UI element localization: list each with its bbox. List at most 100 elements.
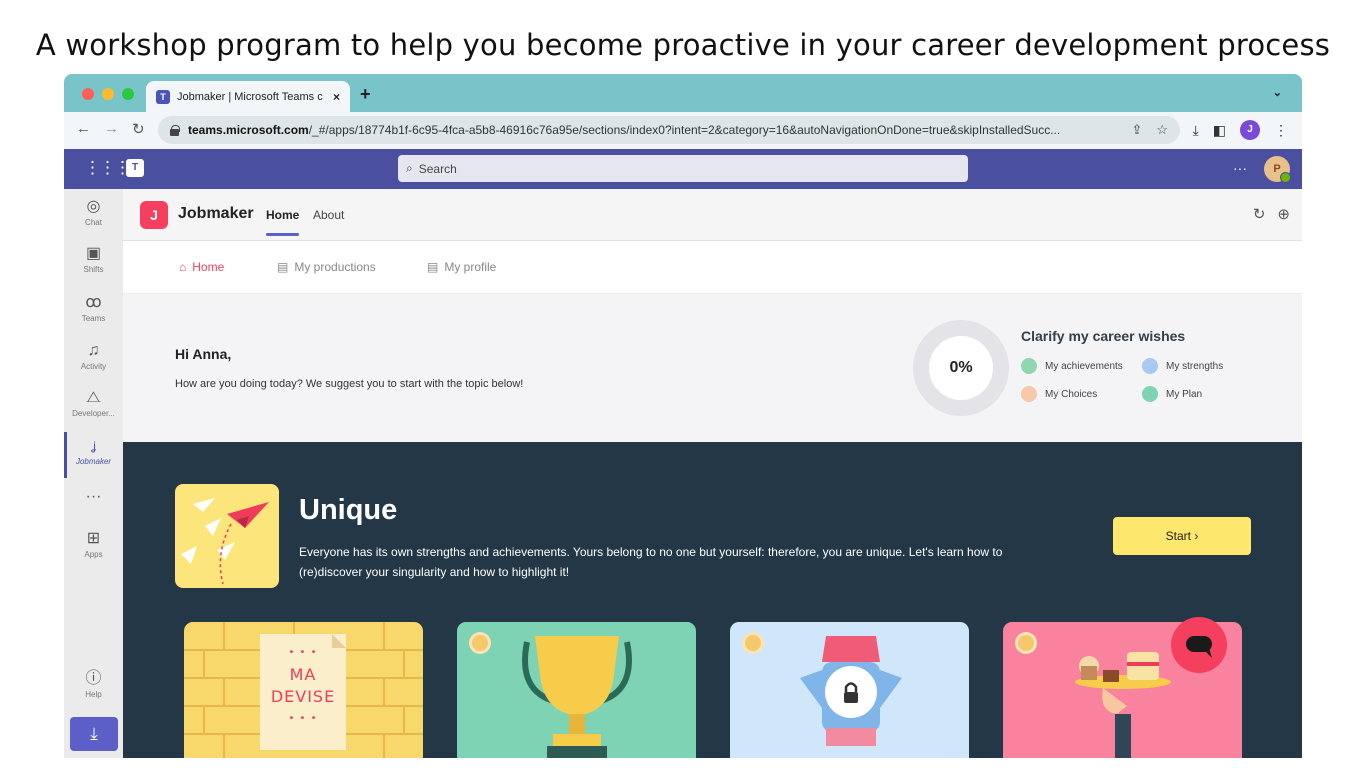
plan-icon: [1142, 386, 1158, 402]
address-toolbar: ← → ↻ teams.microsoft.com/_#/apps/18774b…: [64, 112, 1302, 149]
rail-item-activity[interactable]: ♫ Activity: [64, 341, 123, 371]
rail-item-jobmaker[interactable]: ʝ Jobmaker: [64, 432, 123, 478]
rail-item-apps[interactable]: ⊞ Apps: [64, 529, 123, 559]
refresh-icon[interactable]: ↻: [1253, 205, 1266, 223]
rail-more-apps-icon[interactable]: ···: [64, 487, 123, 507]
chip-label: My strengths: [1166, 360, 1224, 372]
rail-label: Jobmaker: [75, 457, 112, 466]
rail-item-developer[interactable]: ⧍ Developer...: [64, 388, 123, 418]
chip-label: My Choices: [1045, 388, 1098, 400]
medal-icon: [469, 632, 491, 654]
user-avatar[interactable]: P: [1264, 156, 1291, 183]
medal-icon: [742, 632, 764, 654]
new-tab-button[interactable]: +: [360, 84, 371, 105]
rail-label: Apps: [84, 550, 103, 559]
tab-title: Jobmaker | Microsoft Teams c: [177, 90, 323, 103]
clarify-title: Clarify my career wishes: [1021, 328, 1186, 344]
chat-icon: ◎: [86, 198, 101, 215]
close-window-button[interactable]: [82, 88, 94, 100]
subnav-my-profile[interactable]: ▤ My profile: [427, 260, 496, 274]
tab-search-chevron-icon[interactable]: ⌄: [1273, 86, 1282, 99]
teams-top-bar: ⋮⋮⋮ T ⌕ Search ··· P: [64, 149, 1302, 189]
bell-icon: ♫: [87, 342, 100, 359]
sign-dots-top: • • •: [288, 647, 318, 658]
app-launcher-icon[interactable]: ⋮⋮⋮: [84, 158, 131, 178]
chip-label: My Plan: [1166, 388, 1203, 400]
rail-label: Developer...: [72, 409, 115, 418]
superhero-card[interactable]: [730, 622, 969, 758]
topic-title: Unique: [299, 494, 398, 526]
url-host: teams.microsoft.com: [188, 123, 309, 137]
chip-label: My achievements: [1045, 360, 1123, 372]
back-arrow-icon[interactable]: ←: [76, 120, 91, 137]
medal-icon: [1015, 632, 1037, 654]
document-icon: ▤: [277, 260, 289, 274]
house-icon: ⌂: [179, 260, 187, 274]
devise-sign: • • • MA DEVISE • • •: [260, 642, 346, 730]
browser-tab-bar: T Jobmaker | Microsoft Teams c × + ⌄: [64, 74, 1302, 112]
chat-support-button[interactable]: [1171, 617, 1227, 673]
search-icon: ⌕: [406, 161, 413, 175]
start-button[interactable]: Start ›: [1113, 517, 1251, 555]
browser-profile-avatar[interactable]: J: [1240, 120, 1260, 140]
browser-tab[interactable]: T Jobmaker | Microsoft Teams c ×: [146, 81, 350, 112]
bookmark-star-icon[interactable]: ☆: [1156, 122, 1168, 138]
browser-menu-icon[interactable]: ⋮: [1274, 122, 1288, 139]
app-name: Jobmaker: [178, 205, 254, 222]
rail-item-help[interactable]: ⓘ Help: [64, 669, 123, 699]
tab-close-icon[interactable]: ×: [333, 90, 340, 104]
more-options-icon[interactable]: ···: [1233, 160, 1247, 176]
tab-home[interactable]: Home: [266, 208, 300, 236]
rail-item-chat[interactable]: ◎ Chat: [64, 197, 123, 227]
subnav-label: Home: [192, 260, 225, 274]
address-bar[interactable]: teams.microsoft.com/_#/apps/18774b1f-6c9…: [158, 116, 1180, 144]
reload-icon[interactable]: ↻: [132, 120, 145, 138]
subnav-label: My productions: [294, 260, 376, 274]
rail-item-teams[interactable]: ꝏ Teams: [64, 293, 123, 323]
developer-icon: ⧍: [86, 389, 101, 406]
lock-icon: [170, 125, 180, 136]
jobmaker-icon: ʝ: [91, 439, 96, 453]
page-caption: A workshop program to help you become pr…: [35, 28, 1331, 62]
rail-label: Teams: [81, 314, 106, 323]
side-panel-icon[interactable]: ◧: [1213, 122, 1226, 139]
teams-logo-icon: T: [126, 159, 144, 177]
maximize-window-button[interactable]: [122, 88, 134, 100]
minimize-window-button[interactable]: [102, 88, 114, 100]
download-app-button[interactable]: ⤓: [70, 717, 118, 751]
tab-about[interactable]: About: [313, 208, 344, 222]
trophy-card[interactable]: [457, 622, 696, 758]
subnav-my-productions[interactable]: ▤ My productions: [277, 260, 376, 274]
achievements-chip[interactable]: My achievements: [1021, 358, 1123, 374]
jobmaker-app: J Jobmaker Home About ↻ ⊕ ⌂ Home ▤ My pr…: [123, 189, 1302, 758]
topic-description: Everyone has its own strengths and achie…: [299, 545, 1003, 579]
rail-label: Help: [85, 690, 102, 699]
strengths-chip[interactable]: My strengths: [1142, 358, 1223, 374]
jobmaker-logo: J: [140, 201, 168, 229]
download-icon[interactable]: ⤓: [1193, 122, 1199, 139]
teams-favicon-icon: T: [156, 89, 170, 104]
strengths-icon: [1142, 358, 1158, 374]
teams-search-input[interactable]: ⌕ Search: [398, 155, 968, 182]
sign-line-1: MA: [289, 665, 317, 684]
browser-window: T Jobmaker | Microsoft Teams c × + ⌄ ← →…: [64, 74, 1302, 758]
topic-panel: Unique Everyone has its own strengths an…: [123, 442, 1302, 758]
greeting-subtitle: How are you doing today? We suggest you …: [175, 378, 524, 390]
globe-icon[interactable]: ⊕: [1277, 205, 1290, 223]
sign-dots-bottom: • • •: [288, 713, 318, 724]
document-icon: ▤: [427, 260, 439, 274]
forward-arrow-icon[interactable]: →: [104, 120, 119, 137]
devise-card[interactable]: • • • MA DEVISE • • •: [184, 622, 423, 758]
rail-label: Shifts: [83, 265, 104, 274]
rail-item-shifts[interactable]: ▣ Shifts: [64, 244, 123, 274]
subnav-home[interactable]: ⌂ Home: [179, 260, 224, 274]
chat-bubble-icon: [1186, 636, 1212, 658]
help-icon: ⓘ: [85, 670, 102, 687]
url-path: /_#/apps/18774b1f-6c95-4fca-a5b8-46916c7…: [308, 123, 1061, 137]
plan-chip[interactable]: My Plan: [1142, 386, 1202, 402]
choices-chip[interactable]: My Choices: [1021, 386, 1097, 402]
url-text: teams.microsoft.com/_#/apps/18774b1f-6c9…: [188, 123, 1121, 137]
rail-label: Activity: [80, 362, 107, 371]
app-header: J Jobmaker Home About ↻ ⊕: [123, 189, 1302, 241]
share-icon[interactable]: ⇪: [1131, 122, 1142, 138]
